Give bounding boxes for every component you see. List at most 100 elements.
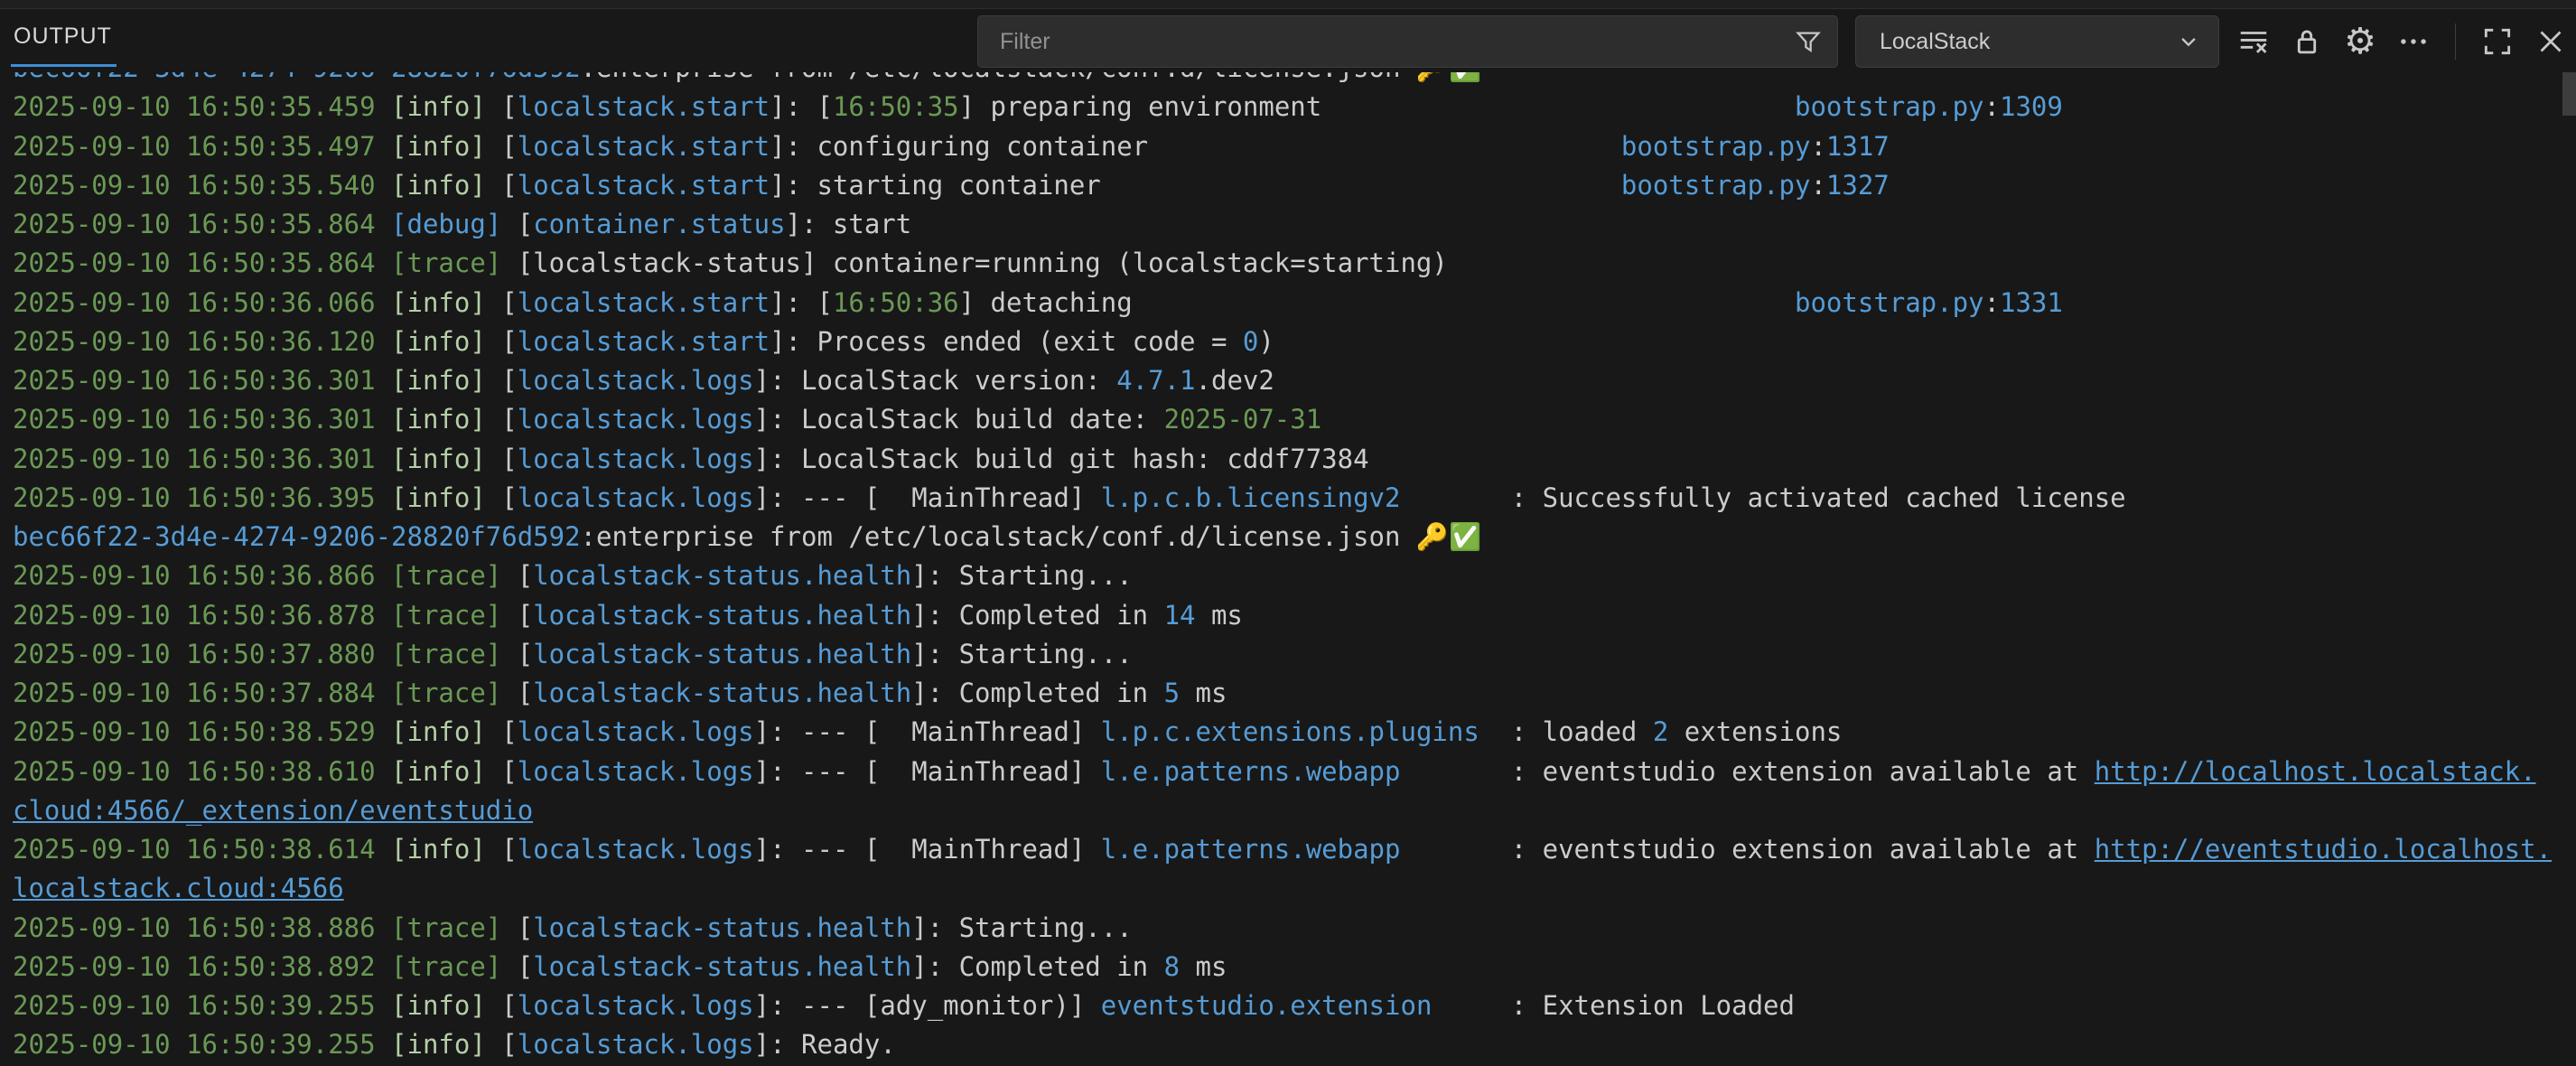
log-text: l.e.patterns.webapp	[1101, 834, 1401, 865]
close-panel-icon[interactable]	[2530, 21, 2571, 62]
filter-box[interactable]	[977, 15, 1838, 68]
log-link[interactable]: http://eventstudio.localhost.	[2095, 834, 2552, 865]
log-text	[376, 834, 391, 865]
log-text: ]: --- [ady_monitor)]	[754, 990, 1101, 1021]
log-link[interactable]: localstack.cloud:4566	[13, 873, 344, 903]
log-text: 2025-09-10 16:50:38.892	[13, 951, 376, 982]
log-line: 2025-09-10 16:50:36.301 [info] [localsta…	[13, 440, 2576, 479]
output-channel-value: LocalStack	[1880, 29, 1990, 55]
log-text: [info]	[391, 756, 486, 787]
log-text: localstack.start	[518, 326, 770, 357]
log-text: [	[501, 209, 533, 239]
log-text: localstack.start	[518, 170, 770, 201]
log-text: ]: LocalStack build git hash: cddf77384	[754, 444, 1369, 474]
log-text	[376, 444, 391, 474]
log-text: [	[486, 834, 518, 865]
log-text: : eventstudio extension available at	[1400, 834, 2094, 865]
log-text	[376, 209, 391, 239]
log-text: [	[501, 639, 533, 669]
log-text: :enterprise from /etc/localstack/conf.d/…	[581, 521, 1416, 552]
tab-output[interactable]: OUTPUT	[14, 23, 112, 50]
log-text: :	[1984, 91, 2000, 122]
log-text: 16:50:36	[833, 287, 959, 318]
log-line: 2025-09-10 16:50:38.529 [info] [localsta…	[13, 713, 2576, 752]
log-text: eventstudio.extension	[1101, 990, 1433, 1021]
more-actions-icon[interactable]	[2393, 21, 2434, 62]
log-text: bootstrap.py	[1795, 91, 1984, 122]
log-text: 2025-09-10 16:50:37.884	[13, 678, 376, 708]
filter-input[interactable]	[978, 29, 1794, 55]
log-line: cloud:4566/_extension/eventstudio	[13, 791, 2576, 830]
log-text: 2025-09-10 16:50:36.866	[13, 560, 376, 591]
log-text: [trace]	[391, 639, 501, 669]
log-text: ] preparing environment	[959, 91, 1322, 122]
key-emoji: 🔑	[1416, 72, 1449, 83]
log-text: bec66f22-3d4e-4274-9206-28820f76d592	[13, 72, 581, 83]
maximize-panel-icon[interactable]	[2477, 21, 2518, 62]
chevron-down-icon	[2175, 28, 2202, 55]
log-text: [info]	[391, 131, 486, 162]
log-text: localstack.logs	[518, 482, 754, 513]
log-text: [	[486, 1029, 518, 1060]
log-text	[376, 600, 391, 631]
log-text: [info]	[391, 91, 486, 122]
log-text: 2025-09-10 16:50:36.395	[13, 482, 376, 513]
log-text: localstack.logs	[518, 404, 754, 435]
output-panel-header: OUTPUT LocalStack	[0, 9, 2576, 72]
log-text: : Extension Loaded	[1432, 990, 1795, 1021]
log-text: [	[501, 912, 533, 943]
log-text: l.p.c.extensions.plugins	[1101, 716, 1479, 747]
log-text: localstack.logs	[518, 990, 754, 1021]
log-text: 2025-09-10 16:50:38.886	[13, 912, 376, 943]
log-text: container.status	[533, 209, 785, 239]
log-text: [debug]	[391, 209, 501, 239]
scrollbar-thumb[interactable]	[2562, 72, 2576, 116]
gear-icon[interactable]: ⚙	[2339, 21, 2381, 62]
log-text: ]: --- [ MainThread]	[754, 834, 1101, 865]
log-text: [	[486, 365, 518, 396]
log-link[interactable]: cloud:4566/_extension/eventstudio	[13, 795, 533, 826]
log-text: [info]	[391, 404, 486, 435]
log-text	[376, 482, 391, 513]
lock-icon[interactable]	[2286, 21, 2328, 62]
log-line: 2025-09-10 16:50:35.540 [info] [localsta…	[13, 166, 2576, 205]
emoji-group: 🔑✅	[1416, 72, 1481, 83]
log-text: ]: --- [ MainThread]	[754, 716, 1101, 747]
log-text: 4.7.1	[1116, 365, 1195, 396]
filter-icon[interactable]	[1794, 27, 1823, 56]
log-text: localstack.logs	[518, 834, 754, 865]
log-link[interactable]: http://localhost.localstack.	[2095, 756, 2536, 787]
log-text: localstack.start	[518, 287, 770, 318]
log-text: 2025-09-10 16:50:35.497	[13, 131, 376, 162]
log-text: localstack.logs	[518, 1029, 754, 1060]
clear-output-icon[interactable]	[2233, 21, 2274, 62]
log-text	[1148, 131, 1621, 162]
emoji-group: 🔑✅	[1416, 521, 1481, 552]
log-line: 2025-09-10 16:50:39.255 [info] [localsta…	[13, 1025, 2576, 1064]
log-text: ]: LocalStack version:	[754, 365, 1117, 396]
log-text: 1317	[1826, 131, 1890, 162]
log-text: ]: Starting...	[911, 912, 1132, 943]
log-text: [info]	[391, 444, 486, 474]
log-text: localstack.start	[518, 131, 770, 162]
log-text: [	[486, 482, 518, 513]
log-text: .dev2	[1196, 365, 1274, 396]
log-line: 2025-09-10 16:50:38.610 [info] [localsta…	[13, 753, 2576, 791]
log-text: [info]	[391, 287, 486, 318]
log-text: 2025-09-10 16:50:36.120	[13, 326, 376, 357]
log-line: 2025-09-10 16:50:36.120 [info] [localsta…	[13, 323, 2576, 361]
log-text: ] detaching	[959, 287, 1133, 318]
log-text: localstack.start	[518, 91, 770, 122]
log-text: [trace]	[391, 678, 501, 708]
log-text: [	[486, 404, 518, 435]
log-text: bootstrap.py	[1621, 131, 1811, 162]
log-text: [	[486, 990, 518, 1021]
log-text: 2	[1653, 716, 1668, 747]
log-text: ]: [	[770, 287, 833, 318]
log-text: [	[486, 756, 518, 787]
log-text: [	[486, 444, 518, 474]
actions-separator	[2455, 23, 2456, 60]
log-text: ms	[1196, 600, 1243, 631]
output-channel-select[interactable]: LocalStack	[1855, 15, 2219, 68]
log-line: 2025-09-10 16:50:36.301 [info] [localsta…	[13, 400, 2576, 439]
